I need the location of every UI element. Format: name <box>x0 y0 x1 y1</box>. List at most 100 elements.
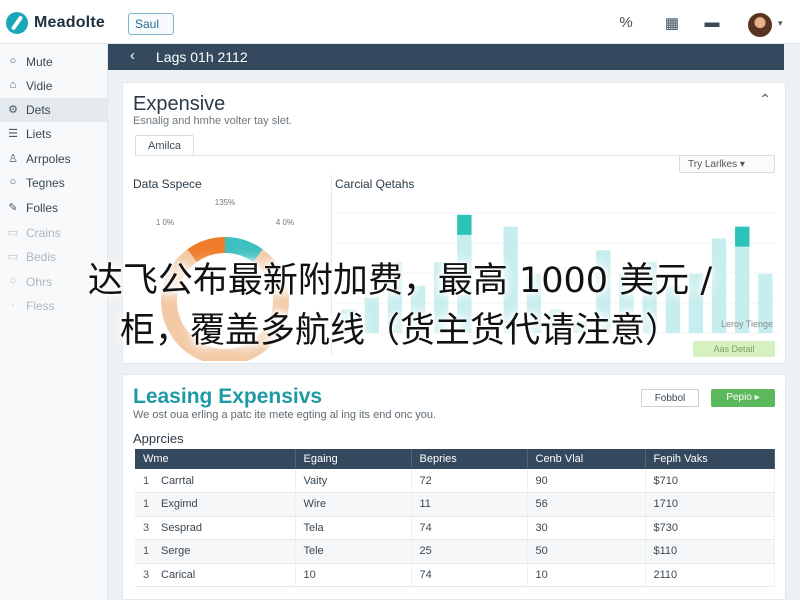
back-icon[interactable]: ‹ <box>130 47 135 64</box>
sidebar-item-label: Crains <box>26 226 61 240</box>
pie-panel-title: Data Sspece <box>133 177 202 191</box>
secondary-button[interactable]: Fobbol <box>641 389 699 407</box>
sidebar-item-dets[interactable]: ⚙ Dets <box>0 98 108 122</box>
table-cell: 30 <box>527 516 646 540</box>
sidebar-item-folles[interactable]: ✎ Folles <box>0 196 108 220</box>
circle-icon: ○ <box>9 55 17 67</box>
row-number: 1 <box>143 498 150 511</box>
row-name: Carrtal <box>161 474 195 487</box>
row-number: 3 <box>143 521 150 534</box>
table-cell: 90 <box>527 469 646 493</box>
table-cell: 1 Serge <box>135 539 296 564</box>
card-icon[interactable]: ▬ <box>702 14 722 31</box>
table-cell: 74 <box>411 516 528 540</box>
sidebar-item-crains[interactable]: ▭ Crains <box>0 221 108 245</box>
avatar[interactable] <box>748 13 772 37</box>
column-header[interactable]: Wme <box>135 449 296 469</box>
table-cell: Wire <box>295 492 412 517</box>
row-name: Serge <box>161 545 191 558</box>
table-title: Apprcies <box>133 431 184 446</box>
bar-panel-title: Carcial Qetahs <box>335 177 415 191</box>
column-header[interactable]: Fepih Vaks <box>645 449 775 469</box>
list-icon: ☰ <box>8 128 18 140</box>
card-subtitle: Esnalig and hmhe volter tay slet. <box>133 115 292 127</box>
sidebar-item-tegnes[interactable]: ○ Tegnes <box>0 171 108 195</box>
table-cell: 56 <box>527 492 646 517</box>
table-header-row: Wme Egaing Bepries Cenb Vlal Fepih Vaks <box>135 449 775 469</box>
column-header[interactable]: Bepries <box>411 449 528 469</box>
sidebar-item-label: Liets <box>26 127 52 141</box>
table-row[interactable]: 1 Exgimd Wire 11 56 1710 <box>135 492 775 517</box>
row-name: Carical <box>161 568 196 581</box>
sidebar-item-vidie[interactable]: ⌂ Vidie <box>0 74 108 98</box>
table-row[interactable]: 1 Serge Tele 25 50 $110 <box>135 539 775 564</box>
table-cell: 50 <box>527 539 646 564</box>
top-bar: Meadolte Saul % ▦ ▬ ▾ <box>0 0 800 44</box>
table-cell: 3 Sesprad <box>135 516 296 540</box>
bar-highlight <box>735 226 750 247</box>
logo-icon[interactable] <box>6 12 28 34</box>
table-cell: 72 <box>411 469 528 493</box>
gear-icon: ⚙ <box>8 104 18 116</box>
chevron-down-icon[interactable]: ▾ <box>778 18 783 29</box>
overlay-caption: 达飞公布最新附加费，最高 1000 美元 / 柜，覆盖多航线（货主货代请注意） <box>0 256 800 356</box>
table-cell: 74 <box>411 563 528 587</box>
table-cell: 25 <box>411 539 528 564</box>
bar-highlight <box>457 214 472 235</box>
brand-name[interactable]: Meadolte <box>34 14 105 32</box>
table-row[interactable]: 1 Carrtal Vaity 72 90 $710 <box>135 469 775 493</box>
pie-slice <box>224 237 263 263</box>
pie-label: 1 0% <box>156 218 174 227</box>
sidebar-item-label: Folles <box>26 201 59 215</box>
sidebar-item-label: Arrpoles <box>26 152 71 166</box>
home-icon: ⌂ <box>9 79 17 91</box>
pie-label: 135% <box>215 198 235 207</box>
grid-icon[interactable]: ▦ <box>662 14 682 32</box>
table-row[interactable]: 3 Sesprad Tela 74 30 $730 <box>135 516 775 540</box>
table-cell: $710 <box>645 469 775 493</box>
row-name: Exgimd <box>161 498 198 511</box>
row-number: 1 <box>143 545 150 558</box>
pen-icon: ✎ <box>8 202 18 214</box>
row-number: 1 <box>143 474 150 487</box>
leasing-card: Leasing Expensivs We ost oua erling a pa… <box>122 374 786 600</box>
primary-button[interactable]: Pepio ▸ <box>711 389 775 407</box>
table-cell: 1 Exgimd <box>135 492 296 517</box>
sidebar-item-label: Vidie <box>26 79 53 93</box>
sidebar-item-mute[interactable]: ○ Mute <box>0 50 108 74</box>
pie-label: 4 0% <box>276 218 294 227</box>
page-title: Lags 01h 2112 <box>156 49 248 65</box>
data-table: Wme Egaing Bepries Cenb Vlal Fepih Vaks … <box>135 449 775 587</box>
filter-dropdown[interactable]: Try Larlkes ▾ <box>679 155 775 173</box>
percent-icon[interactable]: % <box>616 14 636 31</box>
card-title: Expensive <box>133 93 226 115</box>
box-icon: ▭ <box>7 227 19 239</box>
table-row[interactable]: 3 Carical 10 74 10 2110 <box>135 563 775 587</box>
column-header[interactable]: Egaing <box>295 449 412 469</box>
table-cell: Tele <box>295 539 412 564</box>
table-cell: 1 Carrtal <box>135 469 296 493</box>
sidebar-item-label: Tegnes <box>26 176 65 190</box>
chevron-up-icon[interactable]: ⌃ <box>759 91 771 108</box>
table-cell: 1710 <box>645 492 775 517</box>
sidebar-item-liets[interactable]: ☰ Liets <box>0 122 108 146</box>
card-title: Leasing Expensivs <box>133 385 323 408</box>
tab-amilca[interactable]: Amilca <box>135 135 195 156</box>
table-cell: 2110 <box>645 563 775 587</box>
table-cell: 10 <box>295 563 412 587</box>
pie-slice <box>187 237 226 263</box>
page-header: ‹ Lags 01h 2112 <box>108 44 784 70</box>
table-cell: 11 <box>411 492 528 517</box>
table-cell: $730 <box>645 516 775 540</box>
search-input[interactable]: Saul <box>128 13 174 35</box>
column-header[interactable]: Cenb Vlal <box>527 449 646 469</box>
caption-line-1: 达飞公布最新附加费，最高 1000 美元 / <box>87 261 713 301</box>
row-number: 3 <box>143 568 150 581</box>
sidebar-item-label: Dets <box>26 103 51 117</box>
user-icon: ♙ <box>8 153 18 165</box>
table-cell: Vaity <box>295 469 412 493</box>
card-subtitle: We ost oua erling a patc ite mete egting… <box>133 409 437 421</box>
sidebar-item-arrpoles[interactable]: ♙ Arrpoles <box>0 147 108 171</box>
table-cell: Tela <box>295 516 412 540</box>
sidebar-item-label: Mute <box>26 55 53 69</box>
